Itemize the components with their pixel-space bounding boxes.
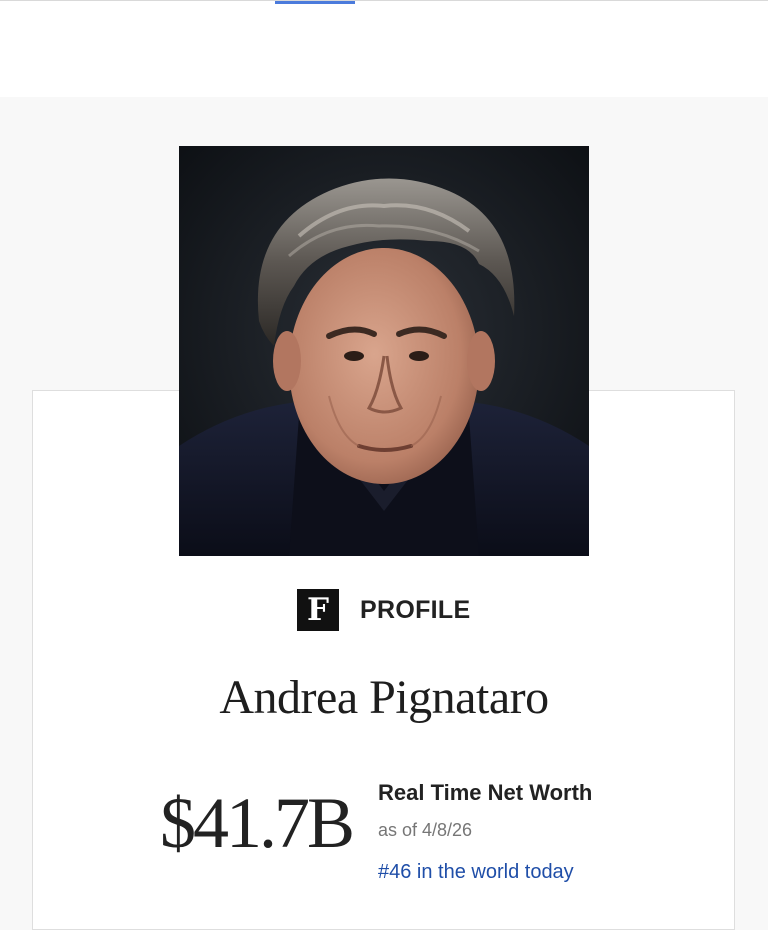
net-worth-value: $41.7B <box>160 783 355 863</box>
profile-label: PROFILE <box>360 595 471 624</box>
profile-photo <box>179 146 589 556</box>
world-rank-link[interactable]: #46 in the world today <box>378 861 574 884</box>
brand-row: F PROFILE <box>297 589 470 631</box>
forbes-f-logo: F <box>297 589 339 631</box>
net-worth-title: Real Time Net Worth <box>378 780 593 805</box>
person-name: Andrea Pignataro <box>219 671 549 724</box>
active-tab-indicator <box>275 1 355 4</box>
net-worth-date: as of 4/8/26 <box>378 820 473 840</box>
top-bar <box>0 0 768 97</box>
